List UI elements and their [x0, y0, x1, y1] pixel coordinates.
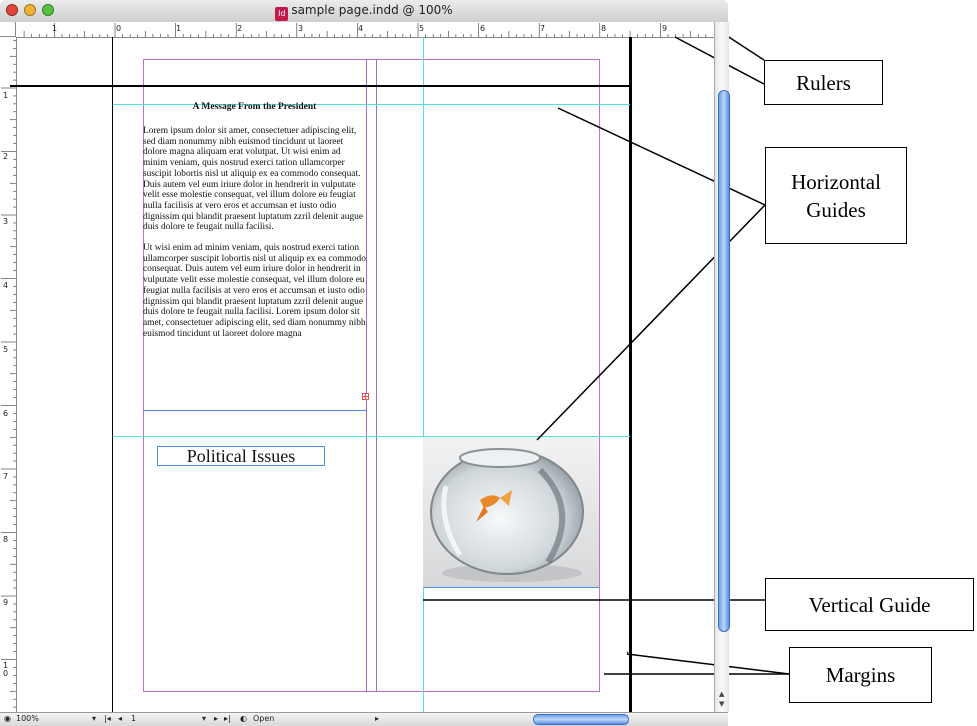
open-menu-arrow-icon[interactable]: ▸ [375, 714, 379, 723]
callout-margins: Margins [789, 647, 932, 703]
ruler-label: 8 [3, 535, 9, 544]
ruler-label: 5 [3, 345, 9, 354]
zoom-dropdown-icon[interactable]: ▾ [92, 714, 96, 723]
article-paragraph: Lorem ipsum dolor sit amet, consectetuer… [143, 126, 364, 233]
ruler-label: 2 [3, 152, 9, 161]
callout-rulers: Rulers [764, 60, 883, 105]
horizontal-scroll-thumb[interactable] [533, 714, 629, 725]
callout-horizontal-guides-text: Horizontal Guides [791, 169, 881, 222]
zoom-level-field[interactable]: 100% [16, 714, 39, 723]
ruler-label: 7 [540, 24, 546, 33]
preflight-icon[interactable]: ◉ [4, 714, 11, 723]
ruler-label: 9 [3, 598, 9, 607]
ruler-label: 4 [3, 281, 9, 290]
ruler-label: 5 [419, 24, 425, 33]
scroll-up-arrow-icon[interactable]: ▲ [719, 690, 724, 698]
page-number-field[interactable]: 1 [131, 714, 136, 723]
open-label[interactable]: Open [253, 714, 274, 723]
callout-vertical-guide-text: Vertical Guide [808, 592, 931, 617]
subhead-text: Political Issues [186, 446, 296, 466]
ruler-label: 1 [52, 24, 58, 33]
ruler-label: 1 [176, 24, 182, 33]
ruler-label: 6 [3, 409, 9, 418]
ruler-label: 1 [3, 91, 9, 100]
ruler-label: 9 [662, 24, 668, 33]
callout-line-margins-1 [626, 653, 790, 675]
ruler-label: 6 [480, 24, 486, 33]
ruler-label: 4 [358, 24, 364, 33]
previous-page-icon[interactable]: ◂ [118, 714, 122, 723]
ruler-label: 2 [237, 24, 243, 33]
fishbowl-image [423, 437, 599, 588]
callout-margins-text: Margins [825, 663, 896, 687]
article-text-frame[interactable]: A Message From the President Lorem ipsum… [143, 102, 366, 339]
next-page-icon[interactable]: ▸ [214, 714, 218, 723]
last-page-icon[interactable]: ▸| [224, 714, 231, 723]
subhead-frame[interactable]: Political Issues [157, 446, 325, 466]
ruler-label: 3 [298, 24, 304, 33]
ruler-label: 3 [3, 217, 9, 226]
ruler-label: 10 [3, 661, 9, 678]
open-icon[interactable]: ◐ [240, 714, 247, 723]
callout-vertical-guide: Vertical Guide [765, 578, 974, 631]
ruler-label: 0 [116, 24, 122, 33]
ruler-label: 8 [601, 24, 607, 33]
article-paragraph: Ut wisi enim ad minim veniam, quis nostr… [143, 243, 366, 339]
callout-horizontal-guides: Horizontal Guides [765, 147, 907, 244]
scroll-down-arrow-icon[interactable]: ▼ [719, 700, 724, 708]
first-page-icon[interactable]: |◂ [104, 714, 111, 723]
callout-rulers-text: Rulers [796, 70, 851, 95]
vertical-scroll-thumb[interactable] [718, 90, 730, 632]
page-dropdown-icon[interactable]: ▾ [202, 714, 206, 723]
ruler-label: 7 [3, 472, 9, 481]
article-headline: A Message From the President [192, 102, 317, 112]
callout-line-hguide-2 [536, 204, 766, 441]
callout-line-hguide-1 [557, 107, 766, 206]
